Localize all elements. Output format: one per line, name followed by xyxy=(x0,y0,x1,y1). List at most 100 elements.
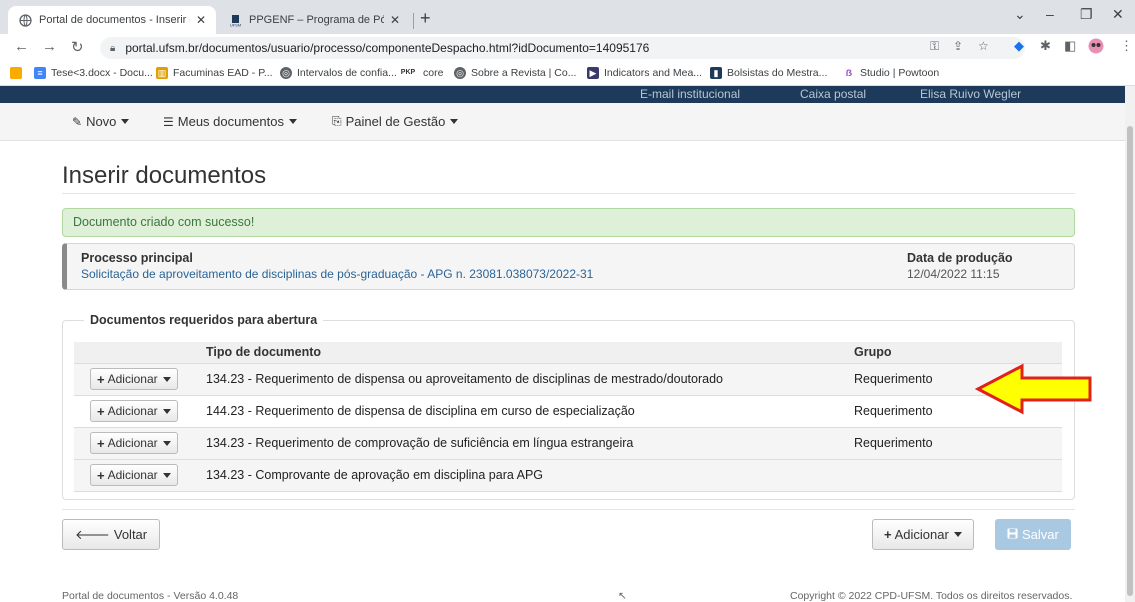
site-header: E-mail institucional Caixa postal Elisa … xyxy=(0,86,1125,103)
tab-title: Portal de documentos - Inserir d xyxy=(39,14,190,26)
group-cell: Requerimento xyxy=(850,427,1062,460)
main-navbar: ✎ Novo ☰ Meus documentos ⎘ Painel de Ges… xyxy=(0,103,1125,141)
nav-meus-documentos[interactable]: ☰ Meus documentos xyxy=(163,114,297,129)
minimize-icon[interactable]: – xyxy=(1046,6,1054,22)
caret-down-icon xyxy=(162,408,171,414)
tab-portal-documentos[interactable]: Portal de documentos - Inserir d ✕ xyxy=(8,6,216,34)
new-tab-button[interactable]: + xyxy=(420,8,431,29)
add-document-button[interactable]: + Adicionar xyxy=(90,368,178,390)
bookmarks-bar: ≡ Tese<3.docx - Docu... ▥ Facuminas EAD - … xyxy=(0,62,1135,86)
tab-search-icon[interactable]: ⌄ xyxy=(1014,6,1026,23)
page-scrollbar[interactable] xyxy=(1125,86,1135,602)
table-row: + Adicionar 134.23 - Requerimento de disp… xyxy=(74,363,1062,396)
tab-ppgenf[interactable]: UFSM PPGENF – Programa de Pós-Grad ✕ xyxy=(218,6,410,34)
extensions-puzzle-icon[interactable]: ✱ xyxy=(1040,38,1051,54)
add-document-button[interactable]: + Adicionar xyxy=(90,464,178,486)
bookmark-item[interactable]: ▥ Facuminas EAD - P... xyxy=(156,67,273,79)
restore-icon[interactable]: ❐ xyxy=(1080,6,1093,23)
nav-novo[interactable]: ✎ Novo xyxy=(72,114,130,129)
arrow-left-icon: 🡐 xyxy=(75,526,110,542)
globe-icon: ◎ xyxy=(454,67,466,79)
pencil-icon: ✎ xyxy=(72,114,83,129)
plus-icon: + xyxy=(97,371,105,387)
extension-icon[interactable]: ◆ xyxy=(1014,38,1024,54)
plus-icon: + xyxy=(97,435,105,451)
bookmark-item[interactable]: ◎ Sobre a Revista | Co... xyxy=(454,67,576,79)
table-header-row: Tipo de documento Grupo xyxy=(74,342,1062,364)
plus-icon: + xyxy=(97,467,105,483)
date-label: Data de produção xyxy=(907,251,1013,265)
email-link[interactable]: E-mail institucional xyxy=(640,87,740,101)
browser-toolbar: ← → ↻ 🔒︎ portal.ufsm.br/documentos/usuar… xyxy=(0,34,1135,62)
bookmark-item[interactable]: PKP core xyxy=(398,67,444,79)
bookmark-favicon: ▥ xyxy=(156,67,168,79)
lock-icon[interactable]: 🔒︎ xyxy=(110,43,115,54)
success-alert: Documento criado com sucesso! xyxy=(62,208,1075,237)
apps-icon[interactable] xyxy=(10,67,27,79)
bookmark-star-icon[interactable]: ☆ xyxy=(978,39,989,53)
caret-down-icon xyxy=(450,119,459,124)
reload-icon[interactable]: ↻ xyxy=(71,38,84,56)
divider xyxy=(62,193,1075,194)
caret-down-icon xyxy=(953,532,962,537)
column-header xyxy=(74,342,202,364)
profile-avatar-icon[interactable] xyxy=(1088,38,1104,57)
side-panel-icon[interactable]: ◧ xyxy=(1064,38,1076,54)
address-url: portal.ufsm.br/documentos/usuario/proces… xyxy=(125,41,650,55)
bookmark-item[interactable]: ▶ Indicators and Mea... xyxy=(587,67,702,79)
back-icon[interactable]: ← xyxy=(14,38,29,55)
process-link[interactable]: Solicitação de aproveitamento de discipl… xyxy=(81,267,593,281)
user-link[interactable]: Elisa Ruivo Wegler xyxy=(920,87,1021,101)
indicators-icon: ▶ xyxy=(587,67,599,79)
close-tab-icon[interactable]: ✕ xyxy=(390,13,400,27)
svg-text:UFSM: UFSM xyxy=(229,22,240,27)
caret-down-icon xyxy=(162,440,171,446)
add-document-button[interactable]: + Adicionar xyxy=(90,400,178,422)
document-type-cell: 134.23 - Requerimento de dispensa ou apr… xyxy=(202,363,850,396)
share-icon[interactable]: ⇪ xyxy=(953,39,963,53)
table-row: + Adicionar 134.23 - Requerimento de comp… xyxy=(74,427,1062,460)
address-bar[interactable]: 🔒︎ portal.ufsm.br/documentos/usuario/pro… xyxy=(100,37,1025,59)
annotation-arrow-icon xyxy=(974,363,1092,415)
nav-painel-gestao[interactable]: ⎘ Painel de Gestão xyxy=(332,114,459,129)
bookmark-item[interactable]: ẞ Studio | Powtoon xyxy=(843,67,939,79)
bookmark-item[interactable]: ▮ Bolsistas do Mestra... xyxy=(710,67,827,79)
mouse-cursor-icon: ↖ xyxy=(618,590,627,602)
date-value: 12/04/2022 11:15 xyxy=(907,267,1000,281)
globe-icon: ◎ xyxy=(280,67,292,79)
forward-icon[interactable]: → xyxy=(42,38,57,55)
globe-icon xyxy=(18,13,32,27)
docs-icon: ≡ xyxy=(34,67,46,79)
add-button[interactable]: + Adicionar xyxy=(872,519,974,550)
group-cell xyxy=(850,459,1062,492)
mailbox-link[interactable]: Caixa postal xyxy=(800,87,866,101)
column-header: Grupo xyxy=(850,342,1062,364)
caret-down-icon xyxy=(162,472,171,478)
scrollbar-thumb[interactable] xyxy=(1127,126,1133,596)
section-title: Documentos requeridos para abertura xyxy=(84,313,324,327)
powtoon-icon: ẞ xyxy=(845,68,853,78)
ufsm-icon: ▮ xyxy=(710,67,722,79)
caret-down-icon xyxy=(289,119,297,124)
document-type-cell: 144.23 - Requerimento de dispensa de dis… xyxy=(202,395,850,428)
add-document-button[interactable]: + Adicionar xyxy=(90,432,178,454)
back-button[interactable]: 🡐 Voltar xyxy=(62,519,161,550)
documents-table: Tipo de documento Grupo + Adicionar 134.2… xyxy=(74,342,1062,492)
table-row: + Adicionar 134.23 - Comprovante de aprov… xyxy=(74,459,1062,492)
save-button[interactable]: Salvar xyxy=(995,519,1071,550)
footer-version: Portal de documentos - Versão 4.0.48 xyxy=(62,590,239,602)
bookmark-item[interactable]: ◎ Intervalos de confia... xyxy=(280,67,397,79)
process-label: Processo principal xyxy=(81,251,193,265)
tab-separator xyxy=(413,13,414,29)
key-icon[interactable]: ⚿ xyxy=(930,39,939,54)
bookmark-item[interactable]: ≡ Tese<3.docx - Docu... xyxy=(34,67,153,79)
close-tab-icon[interactable]: ✕ xyxy=(196,13,206,27)
tab-title: PPGENF – Programa de Pós-Grad xyxy=(249,14,384,26)
caret-down-icon xyxy=(121,119,130,124)
close-window-icon[interactable]: ✕ xyxy=(1112,6,1124,23)
divider xyxy=(62,509,1075,510)
save-disk-icon xyxy=(1007,527,1018,542)
caret-down-icon xyxy=(162,376,171,382)
pkp-icon: PKP xyxy=(400,69,416,76)
menu-kebab-icon[interactable]: ⋮ xyxy=(1120,38,1133,54)
